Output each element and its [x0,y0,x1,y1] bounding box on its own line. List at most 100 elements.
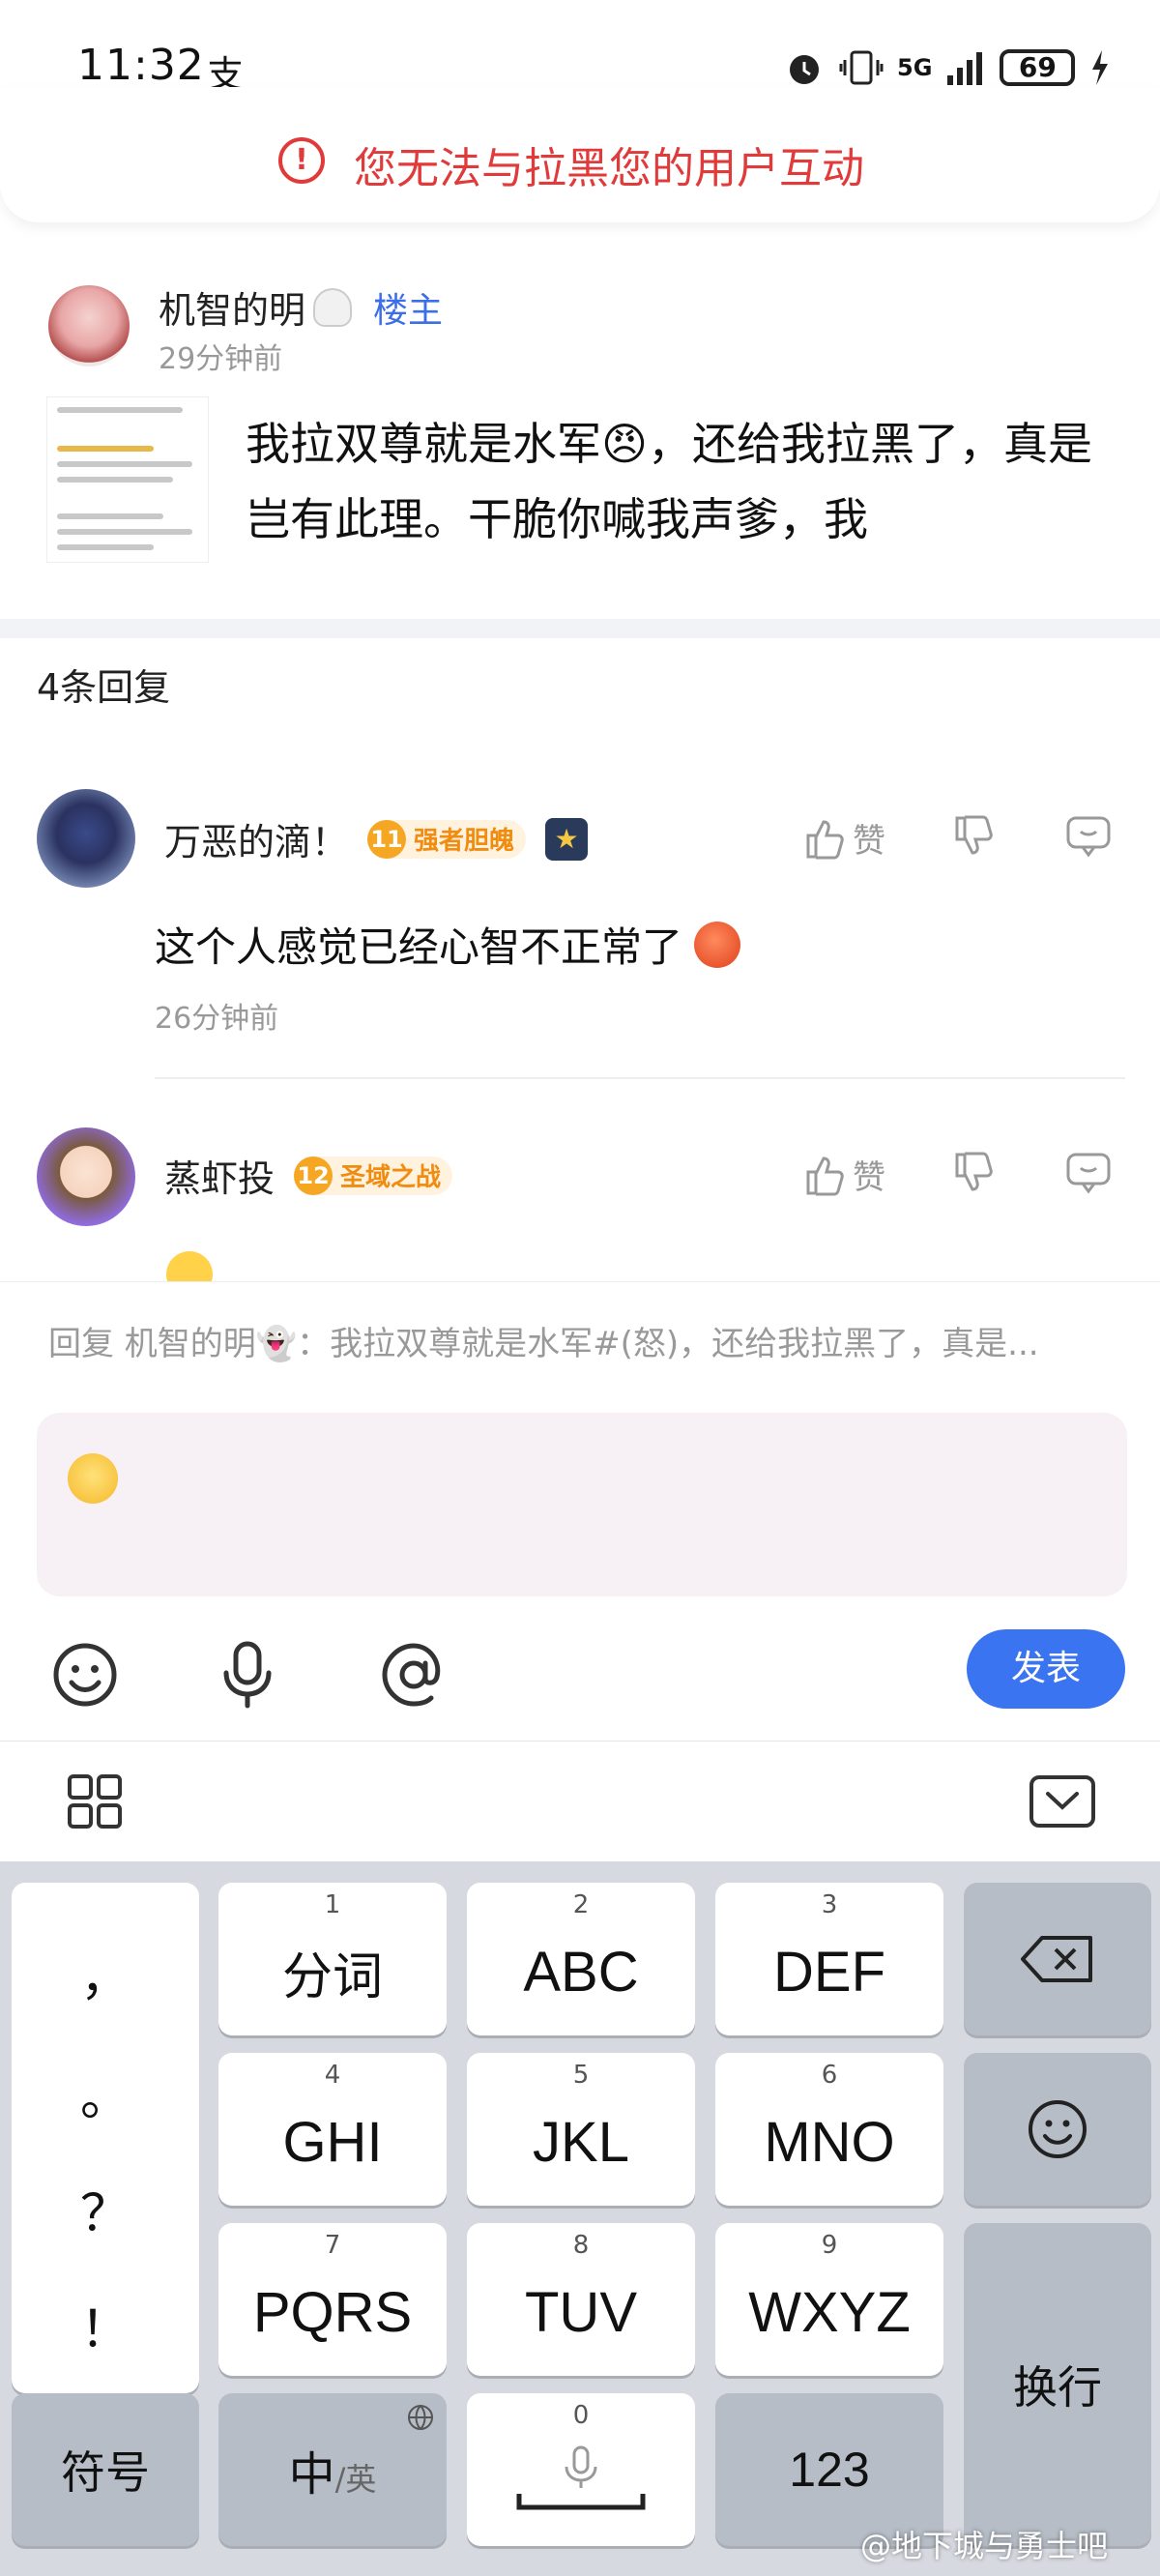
comment-avatar[interactable] [37,789,135,888]
comment-time: 26分钟前 [155,1002,279,1036]
reply-comment-button[interactable] [1065,1151,1112,1195]
post-thumbnail-image[interactable] [46,396,209,563]
key-label: WXYZ [748,2280,911,2344]
key-number: 1 [324,1890,341,1919]
punct-period-key[interactable]: 。 [12,2057,199,2129]
vibrate-icon [839,50,884,85]
key-label: 分词 [281,1948,383,2005]
key-3[interactable]: 3 DEF [715,1883,943,2035]
smiley-icon [1029,2100,1087,2158]
post-time: 29分钟前 [159,342,283,376]
key-7[interactable]: 7 PQRS [218,2223,447,2376]
backspace-key[interactable] [964,1883,1151,2035]
post-author-avatar[interactable] [48,285,130,366]
alarm-icon [790,55,819,84]
punct-exclaim-key[interactable]: ！ [12,2289,199,2361]
symbol-key[interactable]: 符号 [12,2393,199,2546]
key-label: PQRS [252,2280,413,2344]
enter-label: 换行 [1013,2362,1102,2413]
globe-icon [408,2405,433,2430]
status-icons: 5G 69 [783,46,1112,89]
punct-comma-key[interactable]: ， [12,1937,199,2009]
medal-icon: ★ [545,817,589,861]
comment-author-name[interactable]: 万恶的滴！ [164,812,348,865]
comment-divider [155,1077,1125,1079]
comment-text: 这个人感觉已经心智不正常了 [155,923,683,971]
like-label: 赞 [853,1158,885,1197]
level-number: 11 [367,819,407,859]
dislike-button[interactable] [951,1151,996,1195]
key-number: 9 [821,2231,838,2260]
lang-main-label: 中 [288,2447,335,2502]
comment-text-row: 这个人感觉已经心智不正常了 [155,915,741,974]
voice-input-icon [565,2445,597,2488]
key-2[interactable]: 2 ABC [467,1883,695,2035]
post-author-name[interactable]: 机智的明 [159,280,305,334]
punct-question-key[interactable]: ？ [12,2173,199,2245]
emoji-icon[interactable] [48,1638,122,1712]
reply-composer: 回复 机智的明👻：我拉双尊就是水军#(怒)，还给我拉黑了，真是... 发表 [0,1281,1160,1741]
key-number: 8 [572,2231,590,2260]
dislike-button[interactable] [951,814,996,859]
symbol-label: 符号 [61,2447,150,2498]
battery-level: 69 [1000,49,1076,86]
level-badge: 12 圣域之战 [294,1156,453,1195]
replies-count: 4条回复 [37,666,171,709]
key-label: JKL [533,2110,629,2174]
key-6[interactable]: 6 MNO [715,2053,943,2206]
key-number: 0 [572,2401,590,2430]
comment-header: 万恶的滴！ 11 强者胆魄 ★ [164,812,589,865]
thumbs-up-icon [806,1156,844,1195]
key-1[interactable]: 1 分词 [218,1883,447,2035]
key-8[interactable]: 8 TUV [467,2223,695,2376]
key-label: DEF [773,1940,885,2004]
key-number: 2 [572,1890,590,1919]
network-type: 5G [897,54,933,81]
key-9[interactable]: 9 WXYZ [715,2223,943,2376]
charging-icon [1092,50,1109,85]
send-button[interactable]: 发表 [967,1629,1125,1709]
post-text: 我拉双尊就是水军😠，还给我拉黑了，真是岂有此理。干脆你喊我声爹，我 [246,418,1092,545]
thumbs-down-icon [955,1152,993,1191]
comment-author-name[interactable]: 蒸虾投 [164,1149,275,1202]
mention-icon[interactable] [377,1638,450,1712]
level-title: 强者胆魄 [414,827,515,856]
space-key[interactable]: 0 [467,2393,695,2546]
numeric-label: 123 [789,2443,870,2497]
key-number: 7 [324,2231,341,2260]
apps-grid-icon[interactable] [66,1772,124,1830]
key-number: 6 [821,2061,838,2090]
backspace-icon [1021,1936,1092,1982]
enter-key[interactable]: 换行 [964,2223,1151,2546]
thumbs-up-icon [806,819,844,859]
comment-icon [1066,1153,1111,1194]
level-number: 12 [294,1156,334,1195]
key-label: GHI [282,2110,383,2174]
thumbs-down-icon [955,815,993,855]
ghost-emoji-icon [313,287,353,327]
microphone-icon[interactable] [211,1638,284,1712]
blocked-warning-banner: ! 您无法与拉黑您的用户互动 [0,87,1160,222]
comment-icon [1066,816,1111,858]
owner-tag: 楼主 [373,290,444,331]
key-5[interactable]: 5 JKL [467,2053,695,2206]
comment-avatar[interactable] [37,1127,135,1226]
warning-icon: ! [278,137,325,184]
language-switch-key[interactable]: 中 /英 [218,2393,447,2546]
hide-keyboard-icon[interactable] [1029,1774,1096,1829]
key-label: MNO [764,2110,895,2174]
status-time: 11:32 [77,41,205,90]
like-button[interactable]: 赞 [802,814,885,862]
like-button[interactable]: 赞 [802,1151,885,1198]
angry-emoji-icon [694,921,741,968]
reply-input[interactable] [37,1413,1127,1596]
key-4[interactable]: 4 GHI [218,2053,447,2206]
space-bar-icon [516,2494,646,2510]
emoji-key[interactable] [964,2053,1151,2206]
post-author-row: 机智的明 楼主 [159,280,443,334]
sweat-emoji-icon [68,1453,118,1504]
watermark: @地下城与勇士吧 [860,2528,1109,2564]
key-number: 3 [821,1890,838,1919]
like-label: 赞 [853,822,885,861]
reply-comment-button[interactable] [1065,814,1112,859]
